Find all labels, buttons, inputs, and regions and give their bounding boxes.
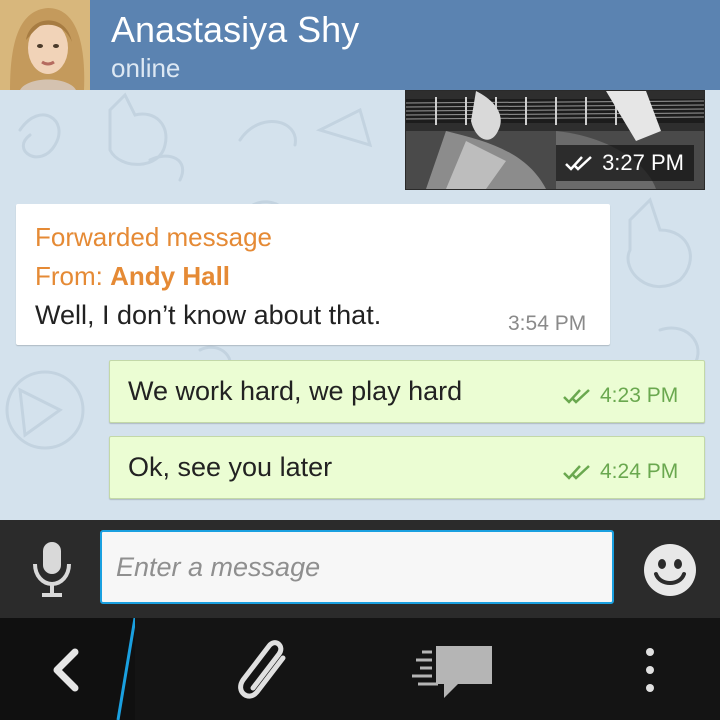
- overflow-menu-icon[interactable]: [630, 640, 670, 700]
- message-input[interactable]: [100, 530, 614, 604]
- contact-name[interactable]: Anastasiya Shy: [111, 8, 359, 52]
- back-icon[interactable]: [0, 618, 135, 720]
- message-time: 4:24 PM: [562, 459, 678, 485]
- smiley-icon[interactable]: [642, 542, 698, 598]
- microphone-icon[interactable]: [30, 540, 74, 600]
- forwarded-from: From: Andy Hall: [35, 260, 230, 292]
- contact-avatar[interactable]: [0, 0, 90, 90]
- double-check-icon: [563, 465, 590, 480]
- photo-time-text: 3:27 PM: [602, 150, 684, 175]
- message-text: We work hard, we play hard: [128, 376, 463, 406]
- message-time-text: 4:24 PM: [600, 460, 679, 483]
- avatar-image: [0, 0, 90, 90]
- double-check-icon: [563, 389, 590, 404]
- message-text: Well, I don’t know about that.: [35, 300, 382, 330]
- chat-bubble-icon[interactable]: [408, 636, 498, 706]
- double-check-icon: [565, 156, 592, 171]
- forwarded-from-prefix: From:: [35, 261, 111, 291]
- message-time: 3:54 PM: [508, 312, 587, 335]
- forwarded-message-bubble[interactable]: Forwarded message From: Andy Hall Well, …: [16, 204, 610, 345]
- paperclip-icon[interactable]: [225, 630, 305, 710]
- message-time-text: 4:23 PM: [600, 384, 679, 407]
- outgoing-message-bubble[interactable]: Ok, see you later 4:24 PM: [109, 436, 705, 499]
- message-time: 4:23 PM: [562, 383, 678, 409]
- chat-header: Anastasiya Shy online: [0, 0, 720, 90]
- message-text: Ok, see you later: [128, 452, 333, 482]
- outgoing-message-bubble[interactable]: We work hard, we play hard 4:23 PM: [109, 360, 705, 423]
- photo-timestamp: 3:27 PM: [556, 145, 694, 181]
- forwarded-from-name[interactable]: Andy Hall: [110, 261, 230, 291]
- forwarded-label: Forwarded message: [35, 222, 272, 252]
- contact-status: online: [111, 53, 181, 83]
- photo-message[interactable]: 3:27 PM: [405, 90, 705, 190]
- message-list[interactable]: 3:27 PM Forwarded message From: Andy Hal…: [0, 90, 720, 520]
